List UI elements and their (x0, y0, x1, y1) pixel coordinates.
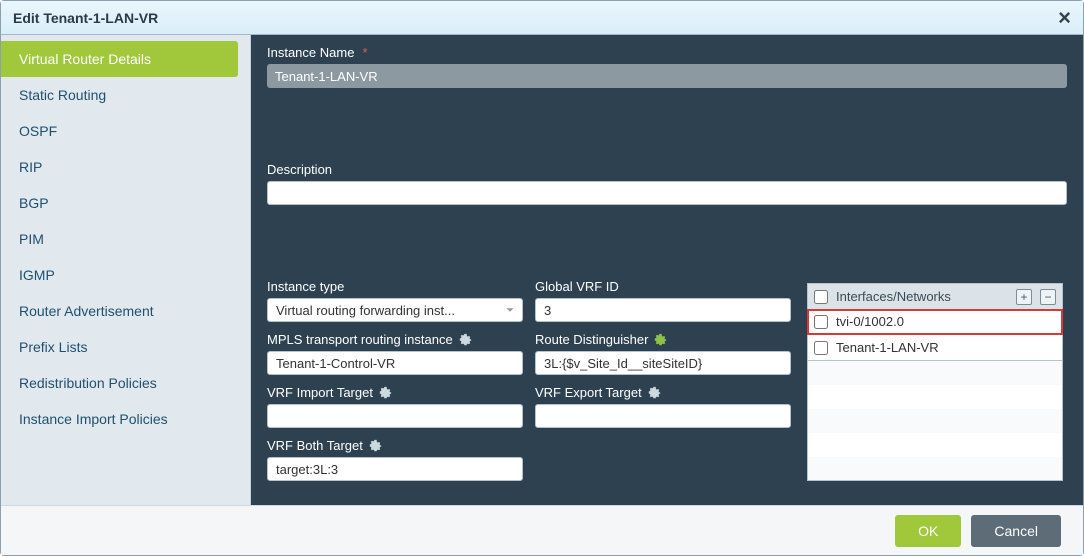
input-vrf-both-target[interactable] (267, 457, 523, 481)
dialog-body: Virtual Router Details Static Routing OS… (1, 35, 1083, 505)
input-global-vrf-id[interactable] (535, 298, 791, 322)
interface-label: tvi-0/1002.0 (836, 314, 904, 329)
label-global-vrf-id: Global VRF ID (535, 279, 791, 294)
add-interface-button[interactable]: + (1016, 289, 1032, 305)
gear-icon[interactable] (654, 333, 667, 346)
window-title: Edit Tenant-1-LAN-VR (13, 10, 158, 26)
input-instance-name[interactable] (267, 64, 1067, 88)
label-vrf-import-target: VRF Import Target (267, 385, 523, 400)
field-description: Description (267, 162, 1067, 273)
interface-label: Tenant-1-LAN-VR (836, 340, 939, 355)
field-mpls-transport: MPLS transport routing instance (267, 332, 523, 375)
label-instance-name: Instance Name* (267, 45, 1067, 60)
interface-row[interactable]: Tenant-1-LAN-VR (807, 335, 1063, 361)
sidebar-item-instance-import-policies[interactable]: Instance Import Policies (1, 401, 238, 437)
required-asterisk: * (362, 45, 367, 60)
sidebar-item-redistribution-policies[interactable]: Redistribution Policies (1, 365, 238, 401)
field-vrf-export-target: VRF Export Target (535, 385, 791, 428)
sidebar-item-igmp[interactable]: IGMP (1, 257, 238, 293)
remove-interface-button[interactable]: − (1040, 289, 1056, 305)
input-vrf-export-target[interactable] (535, 404, 791, 428)
gear-icon[interactable] (648, 386, 661, 399)
label-description: Description (267, 162, 1067, 177)
ok-button[interactable]: OK (895, 515, 961, 547)
field-vrf-import-target: VRF Import Target (267, 385, 523, 428)
field-route-distinguisher: Route Distinguisher (535, 332, 791, 375)
sidebar-item-router-advertisement[interactable]: Router Advertisement (1, 293, 238, 329)
chevron-down-icon (503, 303, 517, 317)
sidebar-item-bgp[interactable]: BGP (1, 185, 238, 221)
select-instance-type[interactable] (267, 298, 523, 322)
form-area: Instance Name* Description Instance type (251, 35, 1083, 505)
input-vrf-import-target[interactable] (267, 404, 523, 428)
sidebar-item-static-routing[interactable]: Static Routing (1, 77, 238, 113)
sidebar-item-pim[interactable]: PIM (1, 221, 238, 257)
interfaces-header-label: Interfaces/Networks (836, 289, 1008, 304)
sidebar-item-ospf[interactable]: OSPF (1, 113, 238, 149)
label-instance-type: Instance type (267, 279, 523, 294)
field-instance-type: Instance type (267, 279, 523, 322)
label-vrf-both-target: VRF Both Target (267, 438, 523, 453)
sidebar-item-prefix-lists[interactable]: Prefix Lists (1, 329, 238, 365)
label-route-distinguisher: Route Distinguisher (535, 332, 791, 347)
titlebar: Edit Tenant-1-LAN-VR × (1, 1, 1083, 35)
interfaces-empty-rows (807, 361, 1063, 481)
interface-checkbox[interactable] (814, 341, 828, 355)
label-vrf-export-target: VRF Export Target (535, 385, 791, 400)
interface-row[interactable]: tvi-0/1002.0 (807, 309, 1063, 335)
cancel-button[interactable]: Cancel (971, 515, 1061, 547)
close-icon[interactable]: × (1058, 7, 1071, 29)
field-vrf-both-target: VRF Both Target (267, 438, 523, 481)
input-route-distinguisher[interactable] (535, 351, 791, 375)
dialog-footer: OK Cancel (1, 505, 1083, 555)
form-row: Instance type Global VRF ID M (267, 279, 1067, 491)
interfaces-panel: Interfaces/Networks + − tvi-0/1002.0 Ten… (807, 283, 1063, 491)
interfaces-select-all-checkbox[interactable] (814, 290, 828, 304)
sidebar: Virtual Router Details Static Routing OS… (1, 35, 251, 505)
input-description[interactable] (267, 181, 1067, 205)
input-instance-type[interactable] (267, 298, 523, 322)
sidebar-item-rip[interactable]: RIP (1, 149, 238, 185)
interfaces-header: Interfaces/Networks + − (807, 283, 1063, 309)
sidebar-item-virtual-router-details[interactable]: Virtual Router Details (1, 41, 238, 77)
gear-icon[interactable] (459, 333, 472, 346)
label-mpls-transport: MPLS transport routing instance (267, 332, 523, 347)
interface-checkbox[interactable] (814, 315, 828, 329)
input-mpls-transport[interactable] (267, 351, 523, 375)
field-global-vrf-id: Global VRF ID (535, 279, 791, 322)
gear-icon[interactable] (369, 439, 382, 452)
gear-icon[interactable] (379, 386, 392, 399)
field-instance-name: Instance Name* (267, 45, 1067, 156)
